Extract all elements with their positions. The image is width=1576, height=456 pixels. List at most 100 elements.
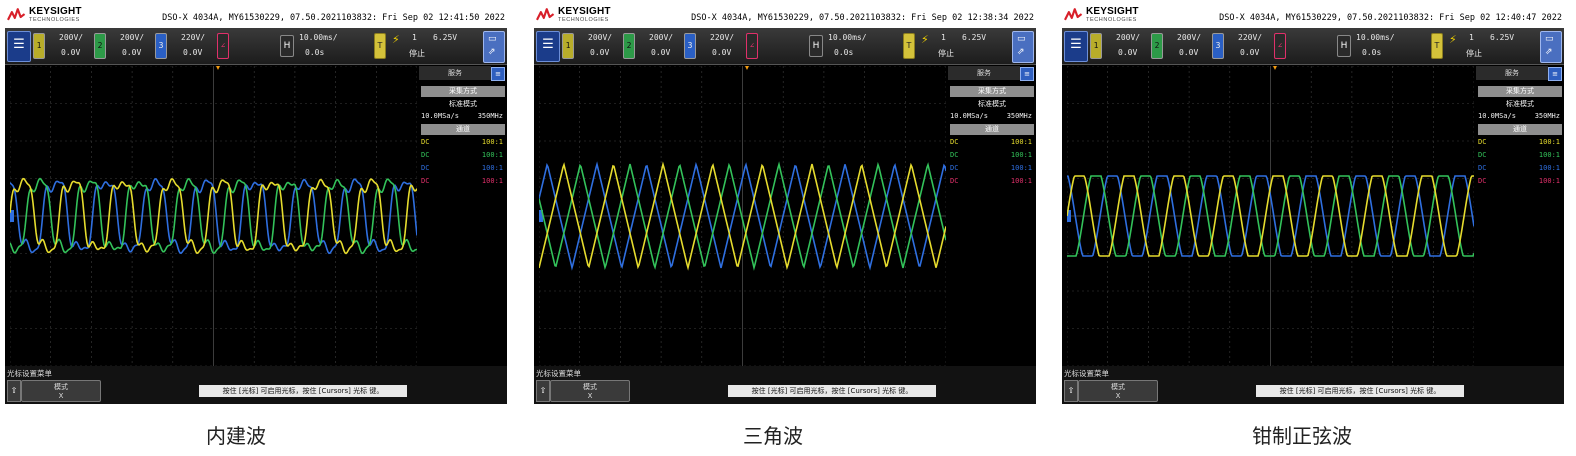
channel-1-scale: 200V/	[1116, 33, 1141, 42]
sidebar-tab-icon[interactable]: ≡	[1548, 67, 1562, 81]
channel-1-button[interactable]: 1	[1090, 33, 1102, 59]
display-icon[interactable]: ▭ ⇗	[1012, 31, 1034, 63]
acq-mode: 标准模式	[449, 100, 477, 108]
trigger-level: 6.25V	[1490, 33, 1515, 42]
ch4-coupling-row: DC 100:1	[1478, 177, 1562, 185]
ch3-coupling: DC	[950, 164, 959, 172]
ch4-probe: 100:1	[481, 177, 503, 185]
cursor-mode-softkey[interactable]: 模式 X	[21, 380, 101, 402]
caption-2: 三角波	[743, 424, 803, 448]
acq-mode: 标准模式	[1506, 100, 1534, 108]
channel-4-button[interactable]: ∠	[217, 33, 229, 59]
screenshot-header: KEYSIGHT TECHNOLOGIES DSO-X 4034A, MY615…	[5, 4, 507, 28]
softkey-bar: 光标设置菜单 ⇧ 模式 X 按住 [光标] 可启用光标，按住 [Cursors]…	[1062, 366, 1564, 404]
channel-1-scale: 200V/	[59, 33, 84, 42]
display-icon[interactable]: ▭ ⇗	[1540, 31, 1562, 63]
menu-title: 光标设置菜单	[536, 369, 581, 378]
scope-screenshot-2: KEYSIGHT TECHNOLOGIES DSO-X 4034A, MY615…	[534, 4, 1036, 404]
display-icon[interactable]: ▭ ⇗	[483, 31, 505, 63]
cursor-mode-value: X	[587, 392, 593, 400]
channel-1-button[interactable]: 1	[562, 33, 574, 59]
scope-display: ☰ 1 200V/ 0.0V 2 200V/ 0.0V 3 220V/ 0.0V…	[534, 28, 1036, 404]
softkey-bar: 光标设置菜单 ⇧ 模式 X 按住 [光标] 可启用光标，按住 [Cursors]…	[534, 366, 1036, 404]
channel-3-button[interactable]: 3	[155, 33, 167, 59]
trigger-source: 1	[941, 33, 946, 42]
channel-1-button[interactable]: 1	[33, 33, 45, 59]
channel-3-button[interactable]: 3	[684, 33, 696, 59]
channel-2-button[interactable]: 2	[1151, 33, 1163, 59]
waveform-grid	[539, 66, 946, 366]
ch4-coupling-row: DC 100:1	[421, 177, 505, 185]
sample-rate: 10.0MSa/s 350MHz	[421, 112, 505, 120]
horizontal-button[interactable]: H	[809, 35, 823, 57]
channel-2-offset: 0.0V	[122, 48, 142, 57]
sidebar-tab[interactable]: 服务	[419, 66, 491, 80]
cursor-mode-softkey[interactable]: 模式 X	[1078, 380, 1158, 402]
trigger-source: 1	[1469, 33, 1474, 42]
channel-4-button[interactable]: ∠	[746, 33, 758, 59]
sample-rate-value: 10.0MSa/s	[421, 112, 459, 120]
ch3-probe: 100:1	[1538, 164, 1560, 172]
arrow-up-icon[interactable]: ⇧	[536, 380, 550, 402]
channel-3-button[interactable]: 3	[1212, 33, 1224, 59]
trigger-level: 6.25V	[433, 33, 458, 42]
ch3-coupling-row: DC 100:1	[421, 164, 505, 172]
ch1-coupling-row: DC 100:1	[950, 138, 1034, 146]
sidebar-tab-icon[interactable]: ≡	[1020, 67, 1034, 81]
trigger-edge-icon: ⚡	[1449, 33, 1457, 46]
channel-3-offset: 0.0V	[712, 48, 732, 57]
trigger-button[interactable]: T	[1431, 33, 1443, 59]
ch2-coupling: DC	[1478, 151, 1487, 159]
sidebar-tab-icon[interactable]: ≡	[491, 67, 505, 81]
ch3-probe: 100:1	[1010, 164, 1032, 172]
ch4-coupling-row: DC 100:1	[950, 177, 1034, 185]
channel-2-button[interactable]: 2	[94, 33, 106, 59]
channel-1-offset: 0.0V	[1118, 48, 1138, 57]
channel-2-button[interactable]: 2	[623, 33, 635, 59]
menu-icon[interactable]: ☰	[536, 31, 560, 62]
acq-header: 采集方式	[1478, 86, 1562, 97]
ch1-coupling: DC	[950, 138, 959, 146]
run-state: 停止	[938, 49, 954, 58]
trigger-edge-icon: ⚡	[921, 33, 929, 46]
trigger-level: 6.25V	[962, 33, 987, 42]
ch2-probe: 100:1	[1538, 151, 1560, 159]
time-delay: 0.0s	[834, 48, 854, 57]
cursor-mode-softkey[interactable]: 模式 X	[550, 380, 630, 402]
cursor-mode-label: 模式	[54, 383, 68, 391]
channels-header: 通道	[1478, 124, 1562, 135]
ch2-probe: 100:1	[481, 151, 503, 159]
channel-3-offset: 0.0V	[1240, 48, 1260, 57]
acq-header: 采集方式	[421, 86, 505, 97]
menu-icon[interactable]: ☰	[7, 31, 31, 62]
trigger-button[interactable]: T	[903, 33, 915, 59]
side-panel: 服务 ≡ 采集方式 标准模式 10.0MSa/s 350MHz 通道 DC 10…	[948, 66, 1036, 366]
sidebar-tab[interactable]: 服务	[1476, 66, 1548, 80]
menu-icon[interactable]: ☰	[1064, 31, 1088, 62]
trigger-button[interactable]: T	[374, 33, 386, 59]
horizontal-button[interactable]: H	[280, 35, 294, 57]
run-state: 停止	[1466, 49, 1482, 58]
channels-header: 通道	[421, 124, 505, 135]
channel-2-scale: 200V/	[120, 33, 145, 42]
help-message: 按住 [光标] 可启用光标，按住 [Cursors] 光标 键。	[199, 385, 407, 397]
cursor-mode-label: 模式	[1111, 383, 1125, 391]
ch4-coupling: DC	[950, 177, 959, 185]
channel-3-scale: 220V/	[181, 33, 206, 42]
help-message: 按住 [光标] 可启用光标，按住 [Cursors] 光标 键。	[1256, 385, 1464, 397]
brand-name: KEYSIGHT	[29, 6, 82, 17]
time-delay: 0.0s	[305, 48, 325, 57]
trigger-edge-icon: ⚡	[392, 33, 400, 46]
scope-info-text: DSO-X 4034A, MY61530229, 07.50.202110383…	[1219, 13, 1562, 23]
scope-screenshot-1: KEYSIGHT TECHNOLOGIES DSO-X 4034A, MY615…	[5, 4, 507, 404]
channel-4-button[interactable]: ∠	[1274, 33, 1286, 59]
arrow-up-icon[interactable]: ⇧	[1064, 380, 1078, 402]
sidebar-tab[interactable]: 服务	[948, 66, 1020, 80]
ch3-probe: 100:1	[481, 164, 503, 172]
time-scale: 10.00ms/	[828, 33, 867, 42]
screenshot-header: KEYSIGHT TECHNOLOGIES DSO-X 4034A, MY615…	[1062, 4, 1564, 28]
arrow-up-icon[interactable]: ⇧	[7, 380, 21, 402]
horizontal-button[interactable]: H	[1337, 35, 1351, 57]
brand-sub: TECHNOLOGIES	[29, 17, 80, 23]
scope-info-text: DSO-X 4034A, MY61530229, 07.50.202110383…	[691, 13, 1034, 23]
